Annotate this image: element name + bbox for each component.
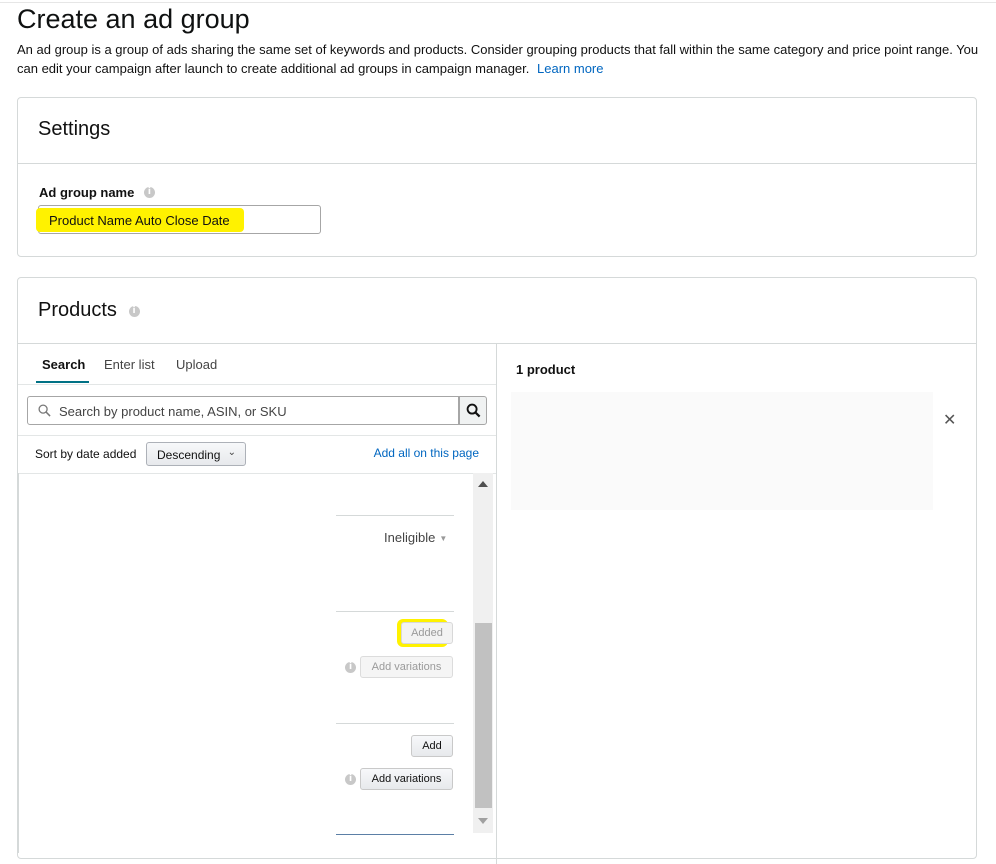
- intro-text: An ad group is a group of ads sharing th…: [17, 42, 979, 76]
- close-icon[interactable]: ✕: [943, 410, 956, 429]
- sort-order-select[interactable]: Descending ⌄: [146, 442, 246, 466]
- tab-upload[interactable]: Upload: [176, 357, 217, 372]
- tab-enter-list[interactable]: Enter list: [104, 357, 155, 372]
- info-icon[interactable]: i: [143, 187, 155, 199]
- added-button[interactable]: Added: [401, 622, 453, 644]
- chevron-down-icon: ⌄: [227, 447, 236, 458]
- scrollbar-thumb[interactable]: [475, 623, 492, 808]
- search-button[interactable]: [459, 396, 487, 425]
- learn-more-link[interactable]: Learn more: [537, 61, 603, 76]
- search-placeholder: Search by product name, ASIN, or SKU: [59, 404, 287, 419]
- selected-product-count: 1 product: [516, 362, 576, 377]
- list-left-border: [18, 473, 19, 853]
- ad-group-name-label: Ad group name i: [39, 185, 155, 200]
- row-separator: [336, 723, 454, 724]
- ad-group-name-value: Product Name Auto Close Date: [49, 213, 230, 228]
- page-intro: An ad group is a group of ads sharing th…: [17, 40, 992, 78]
- add-variations-button-disabled[interactable]: Add variations: [360, 656, 453, 678]
- info-icon[interactable]: i: [345, 662, 356, 673]
- added-button-wrap: Added: [397, 619, 453, 647]
- product-tabs: Search Enter list Upload: [18, 344, 496, 385]
- caret-down-icon: ▼: [439, 534, 448, 544]
- row-separator: [336, 515, 454, 516]
- info-icon[interactable]: i: [345, 774, 356, 785]
- search-icon: [38, 404, 51, 417]
- products-title: Products i: [38, 299, 140, 322]
- products-header: [18, 278, 976, 344]
- add-all-link[interactable]: Add all on this page: [374, 446, 479, 460]
- selected-product-item: [511, 392, 933, 510]
- row-separator: [336, 611, 454, 612]
- row-separator: [336, 834, 454, 835]
- sort-label: Sort by date added: [35, 447, 137, 461]
- scroll-up-arrow[interactable]: [478, 481, 488, 487]
- add-variations-button[interactable]: Add variations: [360, 768, 453, 790]
- ad-group-name-input[interactable]: Product Name Auto Close Date: [36, 205, 321, 234]
- sort-row: Sort by date added Descending ⌄ Add all …: [18, 435, 496, 474]
- product-search-input[interactable]: Search by product name, ASIN, or SKU: [27, 396, 459, 425]
- settings-card: Settings Ad group name i Product Name Au…: [17, 97, 977, 257]
- ad-group-name-label-text: Ad group name: [39, 185, 135, 200]
- scroll-down-arrow[interactable]: [478, 818, 488, 824]
- settings-header: [18, 98, 976, 164]
- panel-divider: [496, 344, 497, 864]
- search-icon: [466, 403, 481, 418]
- active-tab-indicator: [36, 381, 89, 383]
- list-scrollbar[interactable]: [473, 473, 493, 833]
- products-title-text: Products: [38, 299, 117, 321]
- products-card: Products i Search Enter list Upload Sear…: [17, 277, 977, 864]
- add-button[interactable]: Add: [411, 735, 453, 757]
- ineligible-status[interactable]: Ineligible ▼: [384, 530, 447, 545]
- info-icon[interactable]: i: [128, 306, 140, 318]
- page-title: Create an ad group: [17, 4, 250, 34]
- settings-title: Settings: [38, 118, 111, 140]
- product-results-list: Ineligible ▼ Added i Add variations Add i…: [18, 473, 496, 863]
- tab-search[interactable]: Search: [42, 357, 85, 372]
- ineligible-label: Ineligible: [384, 530, 436, 545]
- sort-order-value: Descending: [157, 448, 221, 462]
